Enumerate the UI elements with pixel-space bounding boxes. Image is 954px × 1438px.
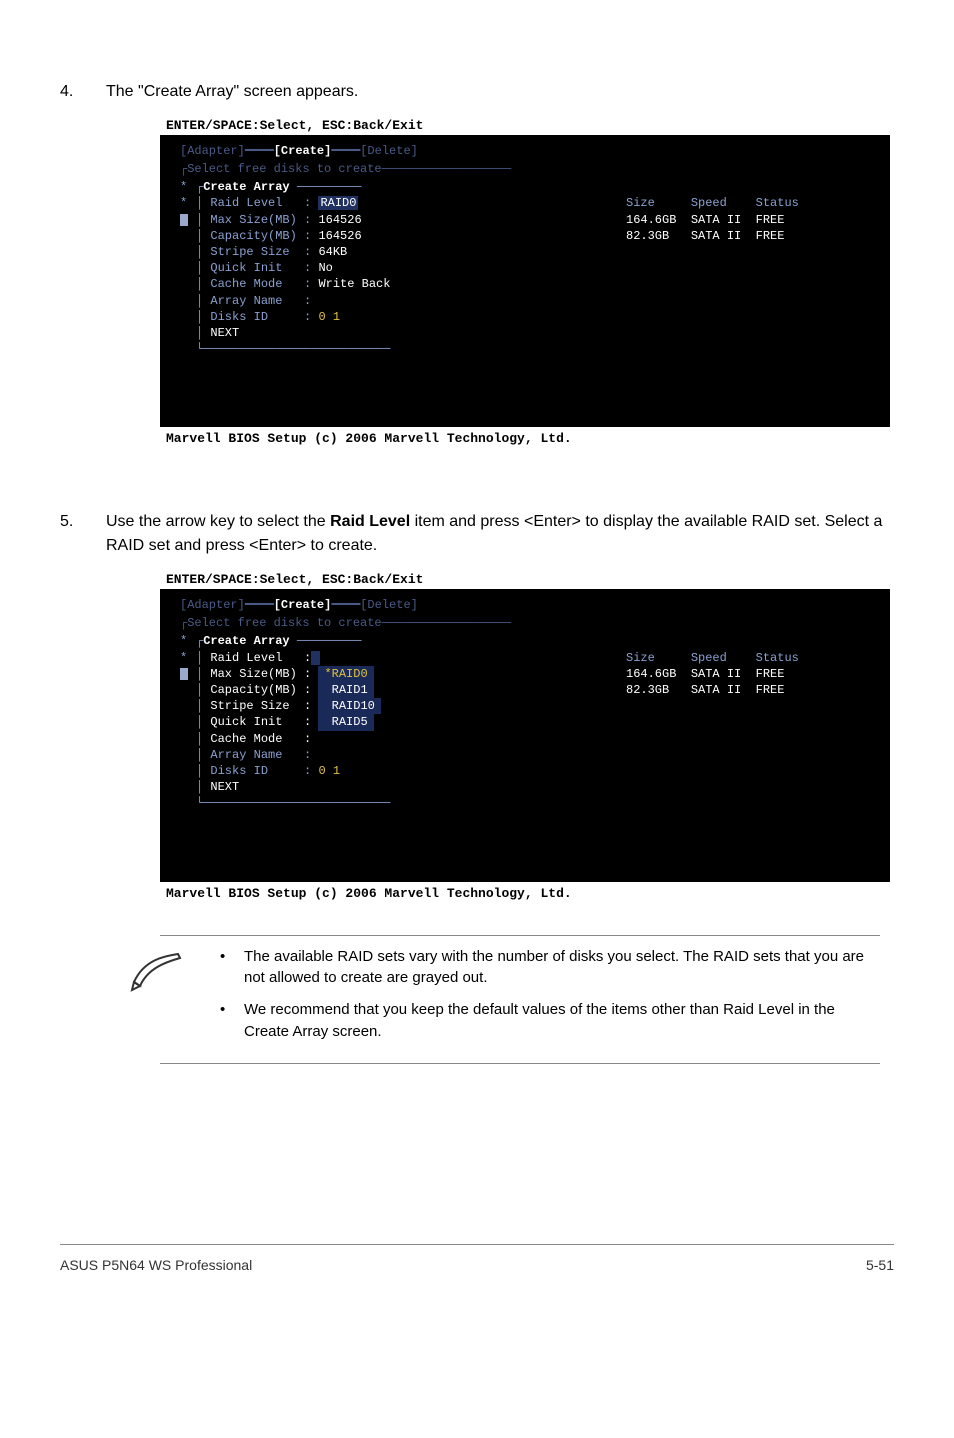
bios-screenshot-2: ENTER/SPACE:Select, ESC:Back/Exit [Adapt… xyxy=(160,570,890,904)
field-stripe-size[interactable]: Stripe Size : xyxy=(210,245,311,259)
step-5: 5. Use the arrow key to select the Raid … xyxy=(60,510,894,558)
page-footer: ASUS P5N64 WS Professional 5-51 xyxy=(0,1251,954,1303)
field-quick-init[interactable]: Quick Init : xyxy=(210,715,311,729)
value-cache-mode: Write Back xyxy=(318,277,390,291)
next-button[interactable]: NEXT xyxy=(210,780,239,794)
value-capacity: 164526 xyxy=(318,229,361,243)
panel-title-create-array: Create Array xyxy=(203,634,289,648)
value-disks-id: 0 1 xyxy=(318,310,340,324)
disk-marker-star: * xyxy=(180,650,194,666)
table-header: Size Speed Status xyxy=(626,196,799,210)
bios-tabs: [Adapter]━━━━[Create]━━━━[Delete] xyxy=(180,597,880,613)
table-row: 164.6GB SATA II FREE xyxy=(626,667,784,681)
step-4: 4. The "Create Array" screen appears. xyxy=(60,80,894,104)
raid-option-raid5[interactable]: RAID5 xyxy=(318,714,373,730)
step-text: The "Create Array" screen appears. xyxy=(106,80,358,104)
field-cache-mode[interactable]: Cache Mode : xyxy=(210,277,311,291)
field-max-size[interactable]: Max Size(MB) : xyxy=(210,213,311,227)
field-raid-level[interactable]: Raid Level : xyxy=(210,196,311,210)
disk-marker-star: * xyxy=(180,179,194,195)
tab-create[interactable]: [Create] xyxy=(274,144,332,158)
panel-select-free-disks: ┌Select free disks to create────────────… xyxy=(180,615,880,631)
field-array-name[interactable]: Array Name : xyxy=(210,748,311,762)
panel-title-create-array: Create Array xyxy=(203,180,289,194)
note-text: We recommend that you keep the default v… xyxy=(244,999,880,1043)
disk-marker-star: * xyxy=(180,633,194,649)
note-item: • We recommend that you keep the default… xyxy=(220,999,880,1043)
disk-markers: * * xyxy=(180,633,194,685)
step-number: 4. xyxy=(60,83,106,101)
tab-delete[interactable]: [Delete] xyxy=(360,598,418,612)
note-text: The available RAID sets vary with the nu… xyxy=(244,946,880,990)
bullet-icon: • xyxy=(220,999,244,1043)
value-stripe-size: 64KB xyxy=(318,245,347,259)
step-number: 5. xyxy=(60,513,106,531)
note-block: • The available RAID sets vary with the … xyxy=(160,935,880,1064)
raid-option-raid10[interactable]: RAID10 xyxy=(318,698,380,714)
create-array-panel: ┌Create Array ───────── │ Raid Level : │… xyxy=(194,633,606,811)
field-raid-level[interactable]: Raid Level : xyxy=(210,651,311,665)
value-quick-init: No xyxy=(318,261,332,275)
raid-option-raid1[interactable]: RAID1 xyxy=(318,682,373,698)
raid-option-raid0[interactable]: *RAID0 xyxy=(318,666,373,682)
tab-adapter[interactable]: [Adapter] xyxy=(180,144,245,158)
bios-tabs: [Adapter]━━━━[Create]━━━━[Delete] xyxy=(180,143,880,159)
field-max-size[interactable]: Max Size(MB) : xyxy=(210,667,311,681)
step-text: Use the arrow key to select the Raid Lev… xyxy=(106,510,894,558)
disk-markers: * * xyxy=(180,179,194,231)
value-disks-id: 0 1 xyxy=(318,764,340,778)
footer-left: ASUS P5N64 WS Professional xyxy=(60,1257,252,1273)
field-quick-init[interactable]: Quick Init : xyxy=(210,261,311,275)
table-row: 82.3GB SATA II FREE xyxy=(626,229,784,243)
disk-marker-bar xyxy=(180,668,188,680)
value-max-size: 164526 xyxy=(318,213,361,227)
bullet-icon: • xyxy=(220,946,244,990)
bios-hint: ENTER/SPACE:Select, ESC:Back/Exit xyxy=(160,570,890,589)
note-item: • The available RAID sets vary with the … xyxy=(220,946,880,990)
create-array-panel: ┌Create Array ───────── │ Raid Level : R… xyxy=(194,179,606,357)
tab-adapter[interactable]: [Adapter] xyxy=(180,598,245,612)
tab-delete[interactable]: [Delete] xyxy=(360,144,418,158)
next-button[interactable]: NEXT xyxy=(210,326,239,340)
field-disks-id[interactable]: Disks ID : xyxy=(210,764,311,778)
field-array-name[interactable]: Array Name : xyxy=(210,294,311,308)
disk-table: Size Speed Status 164.6GB SATA II FREE 8… xyxy=(626,179,799,260)
table-header: Size Speed Status xyxy=(626,651,799,665)
bios-screenshot-1: ENTER/SPACE:Select, ESC:Back/Exit [Adapt… xyxy=(160,116,890,450)
disk-marker-bar xyxy=(180,214,188,226)
pencil-icon xyxy=(130,950,184,992)
value-raid-level: RAID0 xyxy=(318,196,358,210)
field-stripe-size[interactable]: Stripe Size : xyxy=(210,699,311,713)
tab-create[interactable]: [Create] xyxy=(274,598,332,612)
disk-table: Size Speed Status 164.6GB SATA II FREE 8… xyxy=(626,633,799,714)
panel-select-free-disks: ┌Select free disks to create────────────… xyxy=(180,161,880,177)
table-row: 82.3GB SATA II FREE xyxy=(626,683,784,697)
bios-footer: Marvell BIOS Setup (c) 2006 Marvell Tech… xyxy=(160,882,890,905)
disk-marker-star: * xyxy=(180,195,194,211)
bios-hint: ENTER/SPACE:Select, ESC:Back/Exit xyxy=(160,116,890,135)
field-disks-id[interactable]: Disks ID : xyxy=(210,310,311,324)
field-capacity[interactable]: Capacity(MB) : xyxy=(210,229,311,243)
field-cache-mode[interactable]: Cache Mode : xyxy=(210,732,311,746)
footer-right: 5-51 xyxy=(866,1257,894,1273)
field-capacity[interactable]: Capacity(MB) : xyxy=(210,683,311,697)
bios-footer: Marvell BIOS Setup (c) 2006 Marvell Tech… xyxy=(160,427,890,450)
table-row: 164.6GB SATA II FREE xyxy=(626,213,784,227)
